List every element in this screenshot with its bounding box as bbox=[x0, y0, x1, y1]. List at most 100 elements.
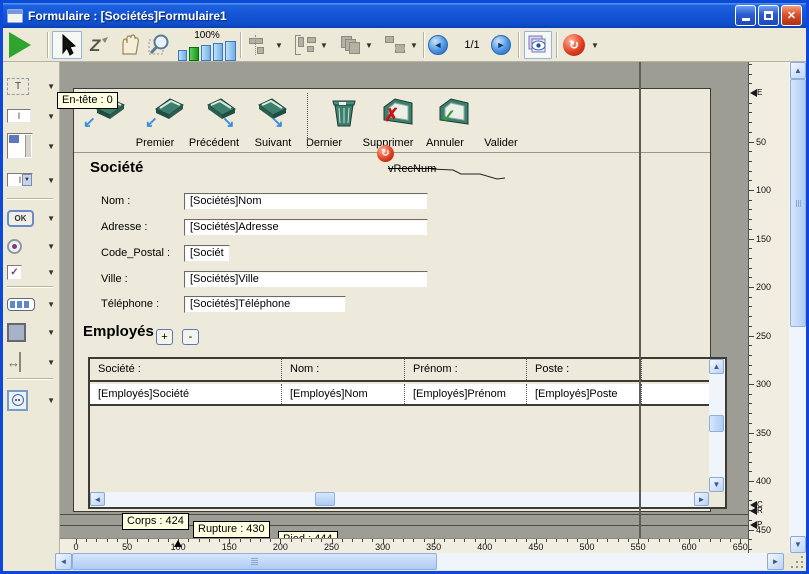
ruler-minor-tick bbox=[749, 374, 752, 375]
zoom-bar-current[interactable] bbox=[189, 47, 199, 61]
tab-order-button[interactable]: Z bbox=[85, 31, 113, 59]
create-checkbox-button[interactable]: ✓▼ bbox=[7, 260, 57, 284]
create-list-button[interactable]: ▼ bbox=[7, 132, 57, 160]
column-header[interactable]: Prénom : bbox=[405, 359, 527, 380]
tab-order-z-icon: Z bbox=[88, 34, 110, 56]
next-page-button[interactable]: ► bbox=[491, 31, 511, 59]
create-progress-button[interactable]: ▼ bbox=[7, 292, 57, 316]
rupture-band-tag[interactable]: Rupture : 430 bbox=[193, 521, 270, 538]
scroll-thumb[interactable] bbox=[709, 415, 724, 432]
form-button-supprimer[interactable]: Supprimer bbox=[313, 93, 371, 151]
ville-field[interactable]: [Sociétés]Ville bbox=[184, 271, 428, 288]
create-button-button[interactable]: OK▼ bbox=[7, 206, 57, 230]
ruler-tick-label: 550 bbox=[631, 542, 646, 552]
form-button-annuler[interactable]: ✗ Annuler bbox=[369, 93, 427, 151]
ruler-tick-label: 250 bbox=[324, 542, 339, 552]
ruler-minor-tick bbox=[749, 219, 752, 220]
thumb-grip bbox=[791, 80, 805, 326]
scroll-up-button[interactable]: ▲ bbox=[790, 62, 806, 79]
window-resize-grip[interactable] bbox=[789, 553, 806, 571]
maximize-button[interactable] bbox=[758, 5, 779, 26]
ruler-minor-tick bbox=[495, 539, 496, 542]
zoom-tool-button[interactable] bbox=[145, 31, 175, 59]
workspace-horizontal-scrollbar[interactable]: ◄ ► bbox=[3, 553, 789, 571]
scroll-down-button[interactable]: ▼ bbox=[709, 477, 724, 492]
ruler-major-tick bbox=[749, 190, 754, 191]
select-tool-button[interactable] bbox=[52, 31, 82, 59]
refresh-binding-button[interactable]: ↻▼ bbox=[563, 31, 599, 59]
scroll-thumb[interactable] bbox=[315, 492, 335, 506]
create-radio-button[interactable]: ▼ bbox=[7, 234, 57, 258]
table-vertical-scrollbar[interactable]: ▲ ▼ bbox=[709, 359, 725, 492]
scroll-thumb[interactable] bbox=[72, 553, 437, 570]
page-indicator: 1/1 bbox=[455, 31, 489, 59]
create-edit-button[interactable]: I▼ bbox=[7, 104, 57, 128]
column-header[interactable]: Poste : bbox=[527, 359, 642, 380]
scroll-left-button[interactable]: ◄ bbox=[55, 553, 72, 570]
scroll-thumb[interactable] bbox=[790, 79, 806, 327]
form-button-suivant[interactable]: ↘ Suivant bbox=[196, 93, 254, 151]
previous-page-button[interactable]: ◄ bbox=[428, 31, 448, 59]
table-cell[interactable]: [Employés]Prénom bbox=[405, 384, 527, 404]
create-custom-control-button[interactable]: ▼ bbox=[7, 388, 57, 412]
form-button-valider[interactable]: ✓ Valider bbox=[425, 93, 483, 151]
column-header[interactable]: Nom : bbox=[282, 359, 405, 380]
pan-tool-button[interactable] bbox=[115, 31, 143, 59]
corps-band-tag[interactable]: Corps : 424 bbox=[122, 513, 189, 530]
ruler-tick-label: 50 bbox=[756, 137, 766, 147]
ruler-minor-tick bbox=[556, 539, 557, 542]
form-width-guide[interactable] bbox=[639, 62, 641, 538]
add-row-button[interactable]: + bbox=[156, 329, 173, 345]
nom-field[interactable]: [Sociétés]Nom bbox=[184, 193, 428, 210]
preview-button[interactable] bbox=[524, 31, 552, 59]
scroll-right-button[interactable]: ► bbox=[767, 553, 784, 570]
zoom-bars[interactable] bbox=[178, 41, 236, 61]
scroll-right-button[interactable]: ► bbox=[694, 492, 709, 506]
zoom-bar-4[interactable] bbox=[213, 43, 223, 61]
table-cell[interactable]: [Employés]Poste bbox=[527, 384, 642, 404]
entete-band-tag[interactable]: En-tête : 0 bbox=[57, 92, 118, 109]
justify-menu-button[interactable]: ▼ bbox=[291, 31, 331, 59]
table-horizontal-scrollbar[interactable]: ◄ ► bbox=[90, 492, 709, 507]
zoom-bar-3[interactable] bbox=[201, 45, 211, 61]
zoom-bar-1[interactable] bbox=[178, 50, 187, 61]
order-menu-button[interactable]: ▼ bbox=[336, 31, 376, 59]
toolbar-separator bbox=[7, 198, 53, 200]
telephone-field[interactable]: [Sociétés]Téléphone bbox=[184, 296, 346, 313]
create-splitter-button[interactable]: ↔ ▼ bbox=[7, 350, 57, 374]
ruler-minor-tick bbox=[567, 539, 568, 542]
adresse-field[interactable]: [Sociétés]Adresse bbox=[184, 219, 428, 236]
scroll-up-button[interactable]: ▲ bbox=[709, 359, 724, 374]
table-data-row[interactable]: [Employés]Société [Employés]Nom [Employé… bbox=[90, 384, 709, 406]
close-button[interactable]: ✕ bbox=[781, 5, 802, 26]
size-menu-button[interactable]: ▼ bbox=[381, 31, 421, 59]
workspace-vertical-scrollbar[interactable]: ▲ ▼ bbox=[789, 62, 806, 553]
scroll-left-button[interactable]: ◄ bbox=[90, 492, 105, 506]
form-button-precedent[interactable]: ↙ Précédent bbox=[137, 93, 195, 151]
align-menu-button[interactable]: ▼ bbox=[246, 31, 286, 59]
ruler-minor-tick bbox=[372, 539, 373, 542]
create-label-button[interactable]: T▼ bbox=[7, 74, 57, 98]
checkbox-icon: ✓ bbox=[7, 265, 22, 280]
vrecnum-variable[interactable]: vRecNum bbox=[388, 163, 436, 175]
table-cell[interactable]: [Employés]Société bbox=[90, 384, 282, 404]
ruler-tick-label: 50 bbox=[122, 542, 132, 552]
column-header[interactable]: Société : bbox=[90, 359, 282, 380]
scroll-down-button[interactable]: ▼ bbox=[790, 536, 806, 553]
ruler-minor-tick bbox=[679, 539, 680, 542]
button-group-separator bbox=[307, 93, 308, 148]
zoom-level-widget[interactable]: 100% bbox=[179, 31, 235, 59]
table-cell[interactable]: [Employés]Nom bbox=[282, 384, 405, 404]
form-button-dernier[interactable]: ↘ Dernier bbox=[247, 93, 305, 151]
title-bar[interactable]: Formulaire : [Sociétés]Formulaire1 ✕ bbox=[3, 3, 806, 28]
create-combo-button[interactable]: I ▼ ▼ bbox=[7, 168, 57, 192]
run-test-button[interactable] bbox=[9, 31, 31, 59]
code-postal-field[interactable]: [Sociét bbox=[184, 245, 230, 262]
create-shape-button[interactable]: ▼ bbox=[7, 320, 57, 344]
vrecnum-binding-icon[interactable]: ↻ bbox=[377, 145, 394, 162]
employes-table[interactable]: Société : Nom : Prénom : Poste : [Employ… bbox=[88, 357, 727, 509]
remove-row-button[interactable]: - bbox=[182, 329, 199, 345]
zoom-bar-5[interactable] bbox=[225, 41, 236, 61]
pied-band-tag[interactable]: Pied : 444 bbox=[278, 531, 338, 538]
minimize-button[interactable] bbox=[735, 5, 756, 26]
